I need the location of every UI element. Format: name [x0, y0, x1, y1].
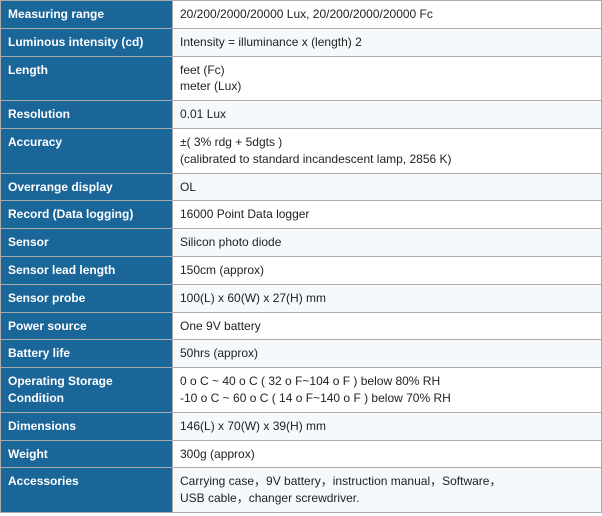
table-row: Weight300g (approx) — [1, 440, 602, 468]
row-label: Luminous intensity (cd) — [1, 28, 173, 56]
row-label: Operating Storage Condition — [1, 368, 173, 413]
table-row: Accuracy±( 3% rdg + 5dgts )(calibrated t… — [1, 128, 602, 173]
row-value: Carrying case，9V battery，instruction man… — [173, 468, 602, 513]
row-value: 0.01 Lux — [173, 101, 602, 129]
row-label: Sensor — [1, 229, 173, 257]
table-row: Battery life50hrs (approx) — [1, 340, 602, 368]
table-row: AccessoriesCarrying case，9V battery，inst… — [1, 468, 602, 513]
specs-table: Measuring range20/200/2000/20000 Lux, 20… — [0, 0, 602, 513]
row-label: Accuracy — [1, 128, 173, 173]
table-row: Lengthfeet (Fc)meter (Lux) — [1, 56, 602, 101]
row-value: 50hrs (approx) — [173, 340, 602, 368]
row-value: 146(L) x 70(W) x 39(H) mm — [173, 412, 602, 440]
table-row: Dimensions146(L) x 70(W) x 39(H) mm — [1, 412, 602, 440]
row-label: Measuring range — [1, 1, 173, 29]
row-value: 100(L) x 60(W) x 27(H) mm — [173, 284, 602, 312]
row-value: 0 o C ~ 40 o C ( 32 o F~104 o F ) below … — [173, 368, 602, 413]
row-label: Battery life — [1, 340, 173, 368]
row-value: 16000 Point Data logger — [173, 201, 602, 229]
row-value: 300g (approx) — [173, 440, 602, 468]
row-label: Power source — [1, 312, 173, 340]
table-row: Luminous intensity (cd)Intensity = illum… — [1, 28, 602, 56]
table-row: Operating Storage Condition0 o C ~ 40 o … — [1, 368, 602, 413]
row-label: Accessories — [1, 468, 173, 513]
table-row: Sensor probe100(L) x 60(W) x 27(H) mm — [1, 284, 602, 312]
table-row: Resolution0.01 Lux — [1, 101, 602, 129]
row-label: Resolution — [1, 101, 173, 129]
row-value: feet (Fc)meter (Lux) — [173, 56, 602, 101]
table-row: Overrange displayOL — [1, 173, 602, 201]
row-value: 20/200/2000/20000 Lux, 20/200/2000/20000… — [173, 1, 602, 29]
row-value: Intensity = illuminance x (length) 2 — [173, 28, 602, 56]
row-value: 150cm (approx) — [173, 256, 602, 284]
table-row: Record (Data logging)16000 Point Data lo… — [1, 201, 602, 229]
table-row: Measuring range20/200/2000/20000 Lux, 20… — [1, 1, 602, 29]
row-value: One 9V battery — [173, 312, 602, 340]
table-row: Sensor lead length150cm (approx) — [1, 256, 602, 284]
row-value: Silicon photo diode — [173, 229, 602, 257]
row-label: Overrange display — [1, 173, 173, 201]
row-value: ±( 3% rdg + 5dgts )(calibrated to standa… — [173, 128, 602, 173]
table-row: Power sourceOne 9V battery — [1, 312, 602, 340]
row-label: Record (Data logging) — [1, 201, 173, 229]
row-value: OL — [173, 173, 602, 201]
row-label: Sensor probe — [1, 284, 173, 312]
table-row: SensorSilicon photo diode — [1, 229, 602, 257]
row-label: Weight — [1, 440, 173, 468]
row-label: Length — [1, 56, 173, 101]
row-label: Dimensions — [1, 412, 173, 440]
row-label: Sensor lead length — [1, 256, 173, 284]
